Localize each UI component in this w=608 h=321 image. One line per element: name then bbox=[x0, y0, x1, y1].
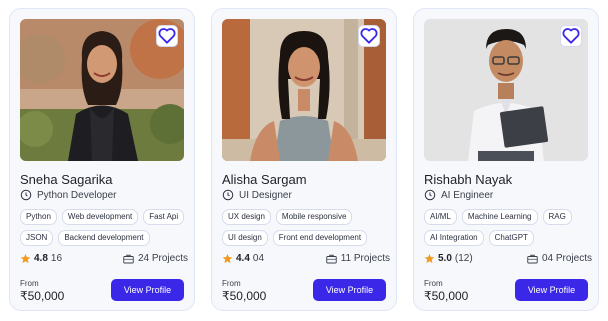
clock-icon bbox=[20, 189, 32, 201]
skill-tag: Fast Api bbox=[143, 209, 185, 225]
freelancer-name: Rishabh Nayak bbox=[424, 172, 513, 187]
from-label: From bbox=[20, 279, 39, 288]
from-label: From bbox=[222, 279, 241, 288]
skill-tag: ChatGPT bbox=[488, 230, 534, 246]
skill-tag: Web development bbox=[61, 209, 139, 225]
projects-label: 04 Projects bbox=[541, 253, 592, 264]
freelancer-card[interactable]: Rishabh Nayak AI Engineer AI/ML Machine … bbox=[413, 8, 599, 311]
view-profile-button[interactable]: View Profile bbox=[111, 279, 184, 301]
star-icon bbox=[20, 253, 31, 264]
projects-count: 11 Projects bbox=[326, 253, 390, 264]
favorite-button[interactable] bbox=[560, 25, 582, 47]
skill-tag: AI Integration bbox=[424, 230, 484, 246]
heart-icon bbox=[562, 28, 580, 44]
projects-count: 24 Projects bbox=[123, 253, 188, 264]
heart-icon bbox=[360, 28, 378, 44]
briefcase-icon bbox=[527, 254, 538, 263]
review-count: (12) bbox=[454, 253, 473, 264]
profile-photo bbox=[20, 19, 184, 161]
role-label: Python Developer bbox=[37, 189, 117, 201]
review-count: 16 bbox=[50, 253, 63, 264]
rating: 4.4 04 bbox=[222, 253, 264, 264]
clock-icon bbox=[222, 189, 234, 201]
projects-label: 11 Projects bbox=[340, 253, 390, 264]
heart-icon bbox=[158, 28, 176, 44]
rating: 5.0 (12) bbox=[424, 253, 473, 264]
freelancer-name: Alisha Sargam bbox=[222, 172, 307, 187]
briefcase-icon bbox=[326, 254, 337, 263]
skill-tags: AI/ML Machine Learning RAG AI Integratio… bbox=[424, 209, 596, 246]
skill-tag: Machine Learning bbox=[461, 209, 538, 225]
price: ₹50,000 bbox=[222, 289, 267, 303]
view-profile-button[interactable]: View Profile bbox=[515, 279, 588, 301]
freelancer-role: AI Engineer bbox=[424, 189, 493, 201]
skill-tag: RAG bbox=[542, 209, 572, 225]
card-meta: 4.4 04 11 Projects bbox=[222, 253, 390, 264]
rating-value: 5.0 bbox=[438, 253, 452, 264]
freelancer-role: UI Designer bbox=[222, 189, 292, 201]
price: ₹50,000 bbox=[20, 289, 65, 303]
card-meta: 4.8 16 24 Projects bbox=[20, 253, 188, 264]
projects-label: 24 Projects bbox=[137, 253, 188, 264]
skill-tag: UX design bbox=[222, 209, 271, 225]
price: ₹50,000 bbox=[424, 289, 469, 303]
projects-count: 04 Projects bbox=[527, 253, 592, 264]
skill-tag: AI/ML bbox=[424, 209, 457, 225]
clock-icon bbox=[424, 189, 436, 201]
skill-tags: Python Web development Fast Api JSON Bac… bbox=[20, 209, 192, 246]
star-icon bbox=[222, 253, 233, 264]
skill-tag: UI design bbox=[222, 230, 268, 246]
card-meta: 5.0 (12) 04 Projects bbox=[424, 253, 592, 264]
briefcase-icon bbox=[123, 254, 134, 263]
freelancer-card[interactable]: Alisha Sargam UI Designer UX design Mobi… bbox=[211, 8, 397, 311]
star-icon bbox=[424, 253, 435, 264]
favorite-button[interactable] bbox=[156, 25, 178, 47]
view-profile-button[interactable]: View Profile bbox=[313, 279, 386, 301]
skill-tag: Mobile responsive bbox=[275, 209, 353, 225]
rating-value: 4.8 bbox=[34, 253, 48, 264]
skill-tag: Front end development bbox=[272, 230, 368, 246]
skill-tag: Python bbox=[20, 209, 57, 225]
rating: 4.8 16 bbox=[20, 253, 62, 264]
from-label: From bbox=[424, 279, 443, 288]
freelancer-card[interactable]: Sneha Sagarika Python Developer Python W… bbox=[9, 8, 195, 311]
profile-photo bbox=[222, 19, 386, 161]
freelancer-name: Sneha Sagarika bbox=[20, 172, 113, 187]
review-count: 04 bbox=[252, 253, 265, 264]
skill-tags: UX design Mobile responsive UI design Fr… bbox=[222, 209, 394, 246]
freelancer-role: Python Developer bbox=[20, 189, 117, 201]
role-label: UI Designer bbox=[239, 189, 292, 201]
profile-photo bbox=[424, 19, 588, 161]
skill-tag: JSON bbox=[20, 230, 54, 246]
skill-tag: Backend development bbox=[58, 230, 150, 246]
role-label: AI Engineer bbox=[441, 189, 494, 201]
rating-value: 4.4 bbox=[236, 253, 250, 264]
favorite-button[interactable] bbox=[358, 25, 380, 47]
